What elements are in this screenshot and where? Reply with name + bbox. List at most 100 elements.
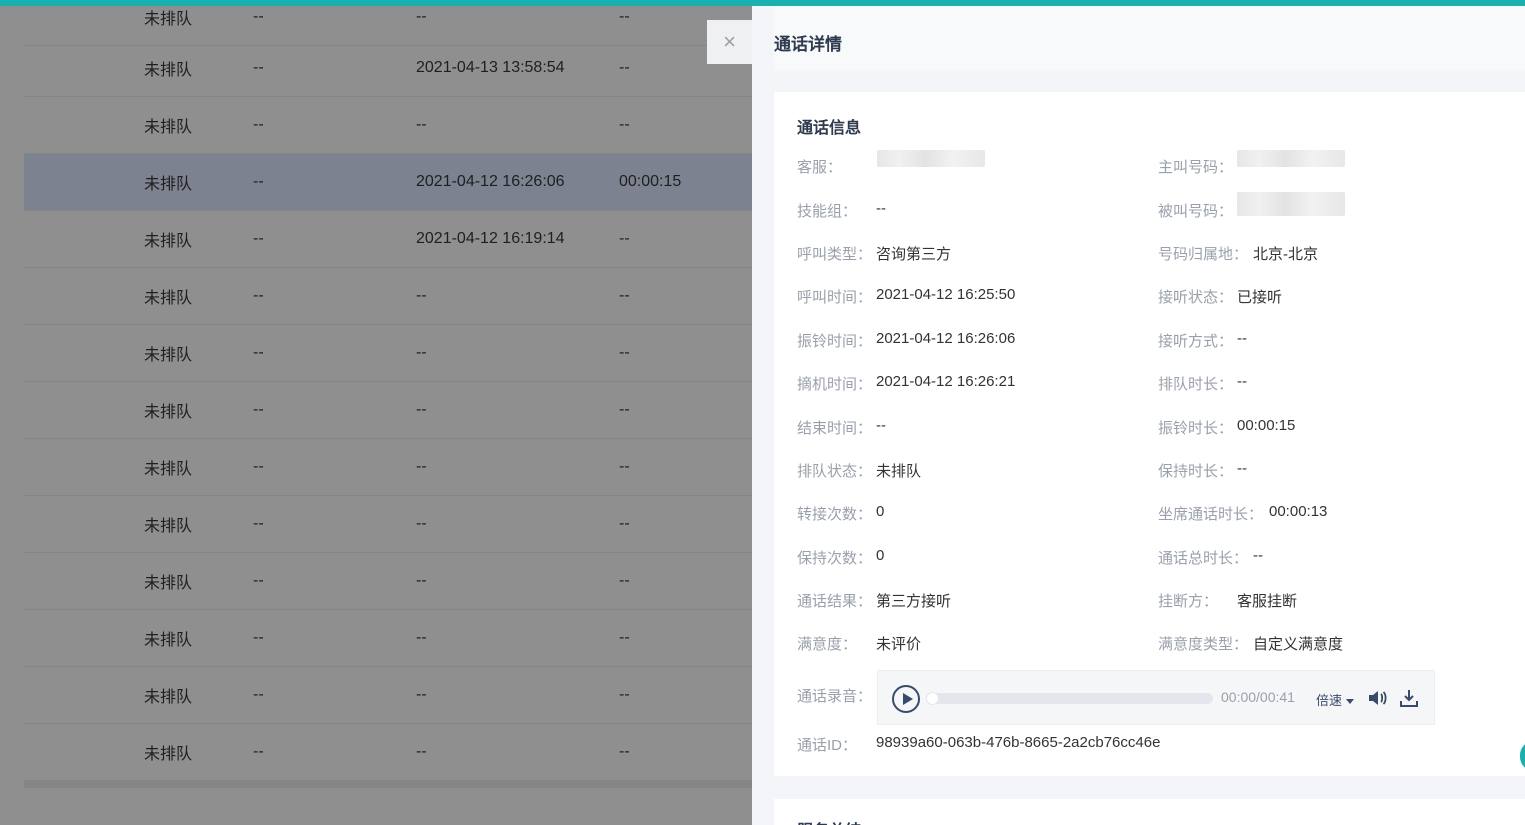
table-cell-c3: --	[416, 344, 427, 361]
table-cell-c1: 未排队	[144, 746, 193, 763]
table-row[interactable]: 未排队 -- -- --	[24, 439, 752, 496]
table-cell-c4: --	[619, 287, 630, 304]
field-label: 挂断方：	[1158, 593, 1219, 610]
field-label: 保持次数：	[797, 550, 873, 567]
table-cell-c2: --	[253, 401, 264, 418]
table-cell-c1: 未排队	[144, 404, 193, 421]
field-value: 咨询第三方	[876, 246, 952, 263]
table-cell-c3: --	[416, 572, 427, 589]
left-field-11: 满意度： 未评价	[797, 633, 921, 654]
table-cell-c4: --	[619, 59, 630, 76]
right-field-8: 坐席通话时长： 00:00:13	[1158, 503, 1327, 524]
left-field-1: 技能组： --	[797, 200, 886, 221]
play-icon[interactable]	[892, 685, 920, 713]
field-label: 通话结果：	[797, 593, 873, 610]
table-cell-c1: 未排队	[144, 347, 193, 364]
playback-speed-select[interactable]: 倍速	[1316, 690, 1355, 709]
left-field-9: 保持次数： 0	[797, 547, 884, 568]
field-value: --	[1237, 373, 1247, 390]
table-cell-c4: 00:00:15	[619, 173, 682, 190]
left-field-3: 呼叫时间： 2021-04-12 16:25:50	[797, 286, 1015, 307]
right-field-0: 主叫号码：	[1158, 156, 1233, 177]
field-label: 结束时间：	[797, 420, 873, 437]
table-cell-c2: --	[253, 59, 264, 76]
table-cell-c2: --	[253, 287, 264, 304]
section-title-service-summary: 服务总结	[797, 817, 861, 825]
right-field-9: 通话总时长： --	[1158, 547, 1263, 568]
field-label: 保持时长：	[1158, 463, 1234, 480]
table-row[interactable]: 未排队 -- -- --	[24, 382, 752, 439]
close-drawer-button[interactable]: ×	[707, 20, 752, 64]
call-id-label: 通话ID：	[797, 737, 858, 754]
table-cell-c3: --	[416, 686, 427, 703]
table-cell-c2: --	[253, 629, 264, 646]
call-detail-drawer: 通话详情 通话信息 通话录音： 00:00/00:41 倍速 通话ID： 989…	[752, 6, 1525, 825]
audio-progress-track[interactable]	[926, 692, 1213, 705]
call-id-value: 98939a60-063b-476b-8665-2a2cb76cc46e	[876, 734, 1161, 751]
table-cell-c2: --	[253, 8, 264, 25]
right-field-11: 满意度类型： 自定义满意度	[1158, 633, 1343, 654]
call-info-card: 通话信息 通话录音： 00:00/00:41 倍速 通话ID： 98939a60…	[774, 92, 1525, 776]
table-row[interactable]: 未排队 -- 2021-04-12 16:26:06 00:00:15	[24, 154, 752, 211]
table-cell-c1: 未排队	[144, 62, 193, 79]
table-cell-c4: --	[619, 572, 630, 589]
table-cell-c1: 未排队	[144, 11, 193, 28]
right-field-10: 挂断方： 客服挂断	[1158, 590, 1297, 611]
audio-progress-handle[interactable]	[926, 692, 939, 705]
table-cell-c4: --	[619, 344, 630, 361]
volume-icon[interactable]	[1366, 687, 1388, 709]
field-label: 振铃时间：	[797, 333, 873, 350]
field-value: 自定义满意度	[1253, 636, 1344, 653]
table-row[interactable]: 未排队 -- -- --	[24, 268, 752, 325]
field-value: 00:00:15	[1237, 417, 1296, 434]
field-label: 排队时长：	[1158, 376, 1234, 393]
field-value: --	[876, 417, 886, 434]
table-cell-c4: --	[619, 8, 630, 25]
table-cell-c3: --	[416, 8, 427, 25]
field-value: --	[1237, 460, 1247, 477]
table-row[interactable]: 未排队 -- 2021-04-12 16:19:14 --	[24, 211, 752, 268]
table-row[interactable]: 未排队 -- -- --	[24, 610, 752, 667]
table-cell-c3: --	[416, 116, 427, 133]
table-cell-c1: 未排队	[144, 176, 193, 193]
table-cell-c2: --	[253, 743, 264, 760]
field-label: 通话总时长：	[1158, 550, 1249, 567]
table-row[interactable]: 未排队 -- -- --	[24, 325, 752, 382]
field-label: 主叫号码：	[1158, 159, 1234, 176]
table-cell-c4: --	[619, 629, 630, 646]
table-cell-c4: --	[619, 458, 630, 475]
table-cell-c2: --	[253, 458, 264, 475]
table-cell-c2: --	[253, 116, 264, 133]
call-id-field: 通话ID： 98939a60-063b-476b-8665-2a2cb76cc4…	[797, 734, 1160, 755]
download-icon[interactable]	[1398, 687, 1420, 709]
table-footer-shadow	[24, 780, 752, 788]
right-field-5: 排队时长： --	[1158, 373, 1247, 394]
table-cell-c2: --	[253, 344, 264, 361]
table-row[interactable]: 未排队 -- -- --	[24, 97, 752, 154]
field-label: 满意度：	[797, 636, 858, 653]
field-value: 2021-04-12 16:26:06	[876, 330, 1016, 347]
table-cell-c3: --	[416, 287, 427, 304]
recording-field: 通话录音：	[797, 685, 872, 706]
table-cell-c4: --	[619, 230, 630, 247]
field-value: 北京-北京	[1253, 246, 1318, 263]
field-label: 坐席通话时长：	[1158, 506, 1264, 523]
left-field-5: 摘机时间： 2021-04-12 16:26:21	[797, 373, 1015, 394]
audio-player: 00:00/00:41 倍速	[877, 670, 1435, 725]
table-cell-c3: --	[416, 629, 427, 646]
table-row[interactable]: 未排队 -- -- --	[24, 724, 752, 781]
audio-time: 00:00/00:41	[1221, 689, 1295, 705]
field-label: 接听状态：	[1158, 289, 1234, 306]
field-value: 未排队	[876, 463, 922, 480]
field-value: 2021-04-12 16:25:50	[876, 286, 1016, 303]
table-row[interactable]: 未排队 -- -- --	[24, 553, 752, 610]
table-cell-c1: 未排队	[144, 461, 193, 478]
table-row[interactable]: 未排队 -- 2021-04-13 13:58:54 --	[24, 40, 752, 97]
table-cell-c4: --	[619, 743, 630, 760]
table-row[interactable]: 未排队 -- -- --	[24, 496, 752, 553]
field-label: 呼叫时间：	[797, 289, 873, 306]
field-label: 摘机时间：	[797, 376, 873, 393]
field-value: --	[1253, 547, 1263, 564]
table-row[interactable]: 未排队 -- -- --	[24, 667, 752, 724]
drawer-header: 通话详情	[774, 6, 1525, 70]
